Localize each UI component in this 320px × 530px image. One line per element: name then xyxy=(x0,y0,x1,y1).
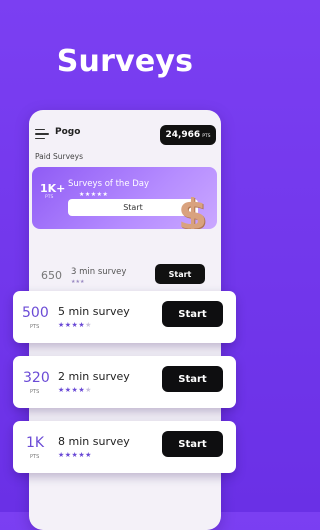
survey-points: 320 xyxy=(23,370,50,386)
featured-points: 1K+ xyxy=(40,182,66,195)
start-button[interactable]: Start xyxy=(162,301,223,327)
featured-rating-stars: ★★★★★ xyxy=(79,191,109,198)
survey-title: 5 min survey xyxy=(58,305,130,318)
start-button[interactable]: Start xyxy=(162,431,223,457)
featured-points-unit: PTS xyxy=(45,195,54,200)
points-balance[interactable]: 24,966 PTS xyxy=(160,125,216,145)
section-label: Paid Surveys xyxy=(35,152,84,161)
list-item: 650 3 min survey ★★★ Start xyxy=(29,257,221,285)
survey-title: 8 min survey xyxy=(58,435,130,448)
dollar-sign-icon: $ xyxy=(178,190,208,230)
survey-points: 1K xyxy=(26,435,45,451)
points-balance-value: 24,966 xyxy=(165,130,201,140)
featured-title: Surveys of the Day xyxy=(68,179,150,189)
featured-survey-card: 1K+ PTS Surveys of the Day ★★★★★ Start $ xyxy=(32,167,217,229)
survey-points-unit: PTS xyxy=(30,389,40,395)
start-button[interactable]: Start xyxy=(162,366,223,392)
hamburger-menu-icon[interactable] xyxy=(35,129,49,140)
survey-points-unit: PTS xyxy=(30,324,40,330)
survey-rating-stars: ★★★★★ xyxy=(58,451,92,459)
survey-card: 320 PTS 2 min survey ★★★★★ Start xyxy=(13,356,236,408)
survey-title: 3 min survey xyxy=(71,267,127,277)
points-balance-unit: PTS xyxy=(202,133,211,139)
page-headline: Surveys xyxy=(56,44,194,79)
survey-card: 1K PTS 8 min survey ★★★★★ Start xyxy=(13,421,236,473)
survey-points-unit: PTS xyxy=(30,454,40,460)
survey-points: 650 xyxy=(41,269,62,282)
app-name: Pogo xyxy=(55,127,81,137)
survey-rating-stars: ★★★★★ xyxy=(58,321,92,329)
survey-rating-stars: ★★★★★ xyxy=(58,386,92,394)
survey-rating-stars: ★★★ xyxy=(71,279,85,285)
start-button[interactable]: Start xyxy=(155,264,205,284)
survey-card: 500 PTS 5 min survey ★★★★★ Start xyxy=(13,291,236,343)
survey-title: 2 min survey xyxy=(58,370,130,383)
survey-points: 500 xyxy=(22,305,49,321)
